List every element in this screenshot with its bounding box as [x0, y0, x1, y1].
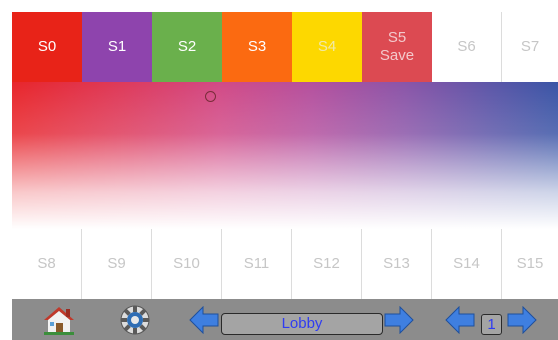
- arrow-right-icon: [384, 305, 414, 335]
- scene-label: S7: [520, 38, 540, 55]
- scene-button-s5[interactable]: S5 Save: [362, 12, 432, 82]
- scene-label: S5: [387, 29, 407, 46]
- scene-row-bottom: S8 S9 S10 S11 S12 S13 S14 S15: [12, 229, 558, 299]
- scene-label: S3: [247, 38, 267, 55]
- scene-label: S0: [37, 38, 57, 55]
- scene-save-label: Save: [379, 47, 415, 64]
- scene-label: S8: [37, 255, 56, 272]
- scene-button-s1[interactable]: S1: [82, 12, 152, 82]
- home-button[interactable]: [42, 305, 76, 335]
- scene-label: S9: [107, 255, 126, 272]
- scene-button-s2[interactable]: S2: [152, 12, 222, 82]
- room-next-button[interactable]: [384, 305, 414, 335]
- scene-button-s9[interactable]: S9: [82, 229, 152, 299]
- scene-label: S14: [453, 255, 480, 272]
- scene-button-s3[interactable]: S3: [222, 12, 292, 82]
- scene-label: S10: [173, 255, 200, 272]
- scene-button-s11[interactable]: S11: [222, 229, 292, 299]
- scene-button-s6[interactable]: S6: [432, 12, 502, 82]
- arrow-right-icon: [507, 305, 537, 335]
- scene-button-s15[interactable]: S15: [502, 229, 558, 299]
- settings-button[interactable]: [119, 304, 151, 336]
- home-icon: [44, 307, 74, 335]
- scene-button-s13[interactable]: S13: [362, 229, 432, 299]
- gear-icon: [120, 305, 150, 335]
- bottom-toolbar: Lobby 1: [12, 299, 558, 340]
- scene-row-top: S0 S1 S2 S3 S4 S5 Save S6 S7: [12, 12, 558, 82]
- scene-label: S15: [516, 255, 544, 272]
- subpage-number[interactable]: 1: [481, 314, 502, 335]
- room-name-field[interactable]: Lobby: [221, 313, 383, 335]
- scene-button-s14[interactable]: S14: [432, 229, 502, 299]
- picker-cursor[interactable]: [205, 91, 216, 102]
- color-picker[interactable]: [12, 82, 558, 229]
- arrow-left-icon: [189, 305, 219, 335]
- scene-button-s12[interactable]: S12: [292, 229, 362, 299]
- scene-label: S13: [383, 255, 410, 272]
- arrow-left-icon: [445, 305, 475, 335]
- scene-button-s0[interactable]: S0: [12, 12, 82, 82]
- scene-label: S4: [317, 38, 337, 55]
- scene-label: S1: [107, 38, 127, 55]
- room-prev-button[interactable]: [189, 305, 219, 335]
- scene-button-s7[interactable]: S7: [502, 12, 558, 82]
- scene-button-s8[interactable]: S8: [12, 229, 82, 299]
- scene-button-s4[interactable]: S4: [292, 12, 362, 82]
- scene-label: S2: [177, 38, 197, 55]
- subpage-prev-button[interactable]: [445, 305, 475, 335]
- scene-button-s10[interactable]: S10: [152, 229, 222, 299]
- scene-label: S11: [243, 255, 270, 272]
- scene-label: S12: [313, 255, 340, 272]
- scene-label: S6: [457, 38, 476, 55]
- subpage-next-button[interactable]: [507, 305, 537, 335]
